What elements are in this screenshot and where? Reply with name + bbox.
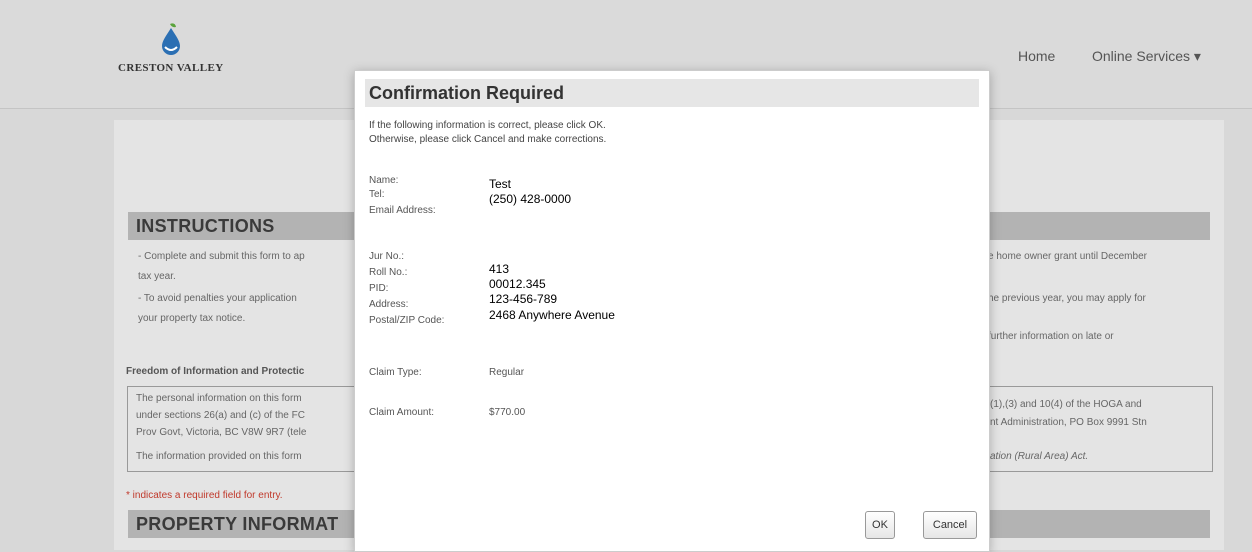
foi-text-line: ation (Rural Area) Act.	[990, 451, 1089, 462]
name-label: Name:	[369, 175, 399, 186]
tel-value: (250) 428-0000	[489, 192, 572, 206]
dialog-intro-text: If the following information is correct,…	[369, 119, 606, 147]
name-value: Test	[489, 177, 512, 191]
claim-type-value: Regular	[489, 367, 525, 378]
foi-text-line: (1),(3) and 10(4) of the HOGA and	[990, 399, 1142, 410]
nav-online-services-dropdown[interactable]: Online Services ▾	[1092, 48, 1201, 65]
foi-text-line: Prov Govt, Victoria, BC V8W 9R7 (tele	[136, 427, 307, 438]
instructions-text-line: tax year.	[138, 271, 176, 282]
intro-line-1: If the following information is correct,…	[369, 120, 606, 131]
pid-value: 123-456-789	[489, 292, 558, 306]
confirmation-dialog: Confirmation Required If the following i…	[354, 70, 990, 552]
logo-text: CRESTON VALLEY	[118, 62, 224, 74]
foi-text-line: under sections 26(a) and (c) of the FC	[136, 410, 305, 421]
roll-label: Roll No.:	[369, 267, 408, 278]
required-field-note: * indicates a required field for entry.	[126, 490, 283, 501]
cancel-button[interactable]: Cancel	[923, 511, 977, 539]
dialog-header: Confirmation Required	[365, 79, 979, 107]
property-information-title: PROPERTY INFORMAT	[136, 514, 339, 534]
instructions-text-line: - Complete and submit this form to ap	[138, 251, 305, 262]
instructions-text-line: e home owner grant until December	[988, 251, 1147, 262]
tel-label: Tel:	[369, 189, 385, 200]
instructions-text-line: your property tax notice.	[138, 313, 246, 324]
ok-button[interactable]: OK	[865, 511, 895, 539]
claim-amount-label: Claim Amount:	[369, 407, 435, 418]
creston-valley-logo[interactable]: CRESTON VALLEY	[118, 22, 228, 82]
email-label: Email Address:	[369, 205, 436, 216]
claim-amount-value: $770.00	[489, 407, 526, 418]
dialog-title: Confirmation Required	[369, 83, 565, 103]
instructions-title: INSTRUCTIONS	[136, 216, 275, 236]
foi-text-line: nt Administration, PO Box 9991 Stn	[990, 417, 1147, 428]
instructions-text-line: he previous year, you may apply for	[988, 293, 1146, 304]
nav-home-link[interactable]: Home	[1018, 48, 1055, 64]
roll-value: 00012.345	[489, 277, 546, 291]
jur-value: 413	[489, 262, 510, 276]
address-value: 2468 Anywhere Avenue	[489, 308, 615, 322]
instructions-text-line: further information on late or	[988, 331, 1114, 342]
pid-label: PID:	[369, 283, 389, 294]
claim-type-label: Claim Type:	[369, 367, 422, 378]
foi-text-line: The information provided on this form	[136, 451, 302, 462]
foi-heading: Freedom of Information and Protectic	[126, 366, 305, 377]
foi-text-line: The personal information on this form	[136, 393, 302, 404]
jur-label: Jur No.:	[369, 251, 405, 262]
logo-drop-icon	[162, 23, 180, 55]
postal-code-label: Postal/ZIP Code:	[369, 315, 445, 326]
instructions-text-line: - To avoid penalties your application	[138, 293, 297, 304]
intro-line-2: Otherwise, please click Cancel and make …	[369, 134, 607, 145]
address-label: Address:	[369, 299, 409, 310]
